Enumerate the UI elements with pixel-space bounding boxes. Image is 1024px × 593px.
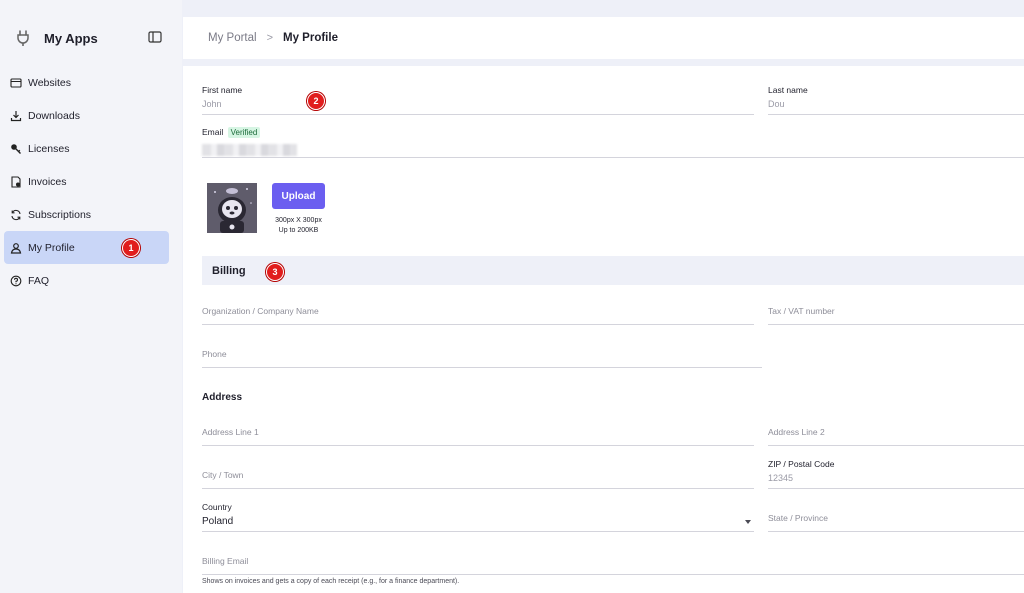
address-line1-field[interactable]: Address Line 1 (202, 427, 754, 437)
country-value[interactable]: Poland (202, 516, 754, 527)
city-field[interactable]: City / Town (202, 470, 754, 480)
zip-underline (768, 488, 1024, 489)
state-input[interactable]: State / Province (768, 513, 1024, 523)
billing-email-input[interactable]: Billing Email (202, 556, 1024, 566)
country-select[interactable]: Country Poland (202, 502, 754, 527)
upload-hint-size: Up to 200KB (278, 227, 319, 234)
step-marker-1: 1 (122, 239, 140, 257)
last-name-input[interactable]: Dou (768, 99, 1024, 109)
company-name-input[interactable]: Organization / Company Name (202, 306, 754, 316)
country-underline (202, 531, 754, 532)
user-icon (10, 242, 22, 254)
chevron-down-icon[interactable] (745, 520, 751, 524)
last-name-field[interactable]: Last name Dou (768, 85, 1024, 109)
key-icon (11, 143, 21, 154)
sidebar-item-invoices[interactable]: Invoices (4, 165, 169, 198)
invoice-icon (11, 175, 21, 188)
sidebar-item-label: Websites (28, 76, 71, 89)
help-icon (10, 275, 22, 286)
phone-field[interactable]: Phone (202, 349, 762, 359)
vat-number-field[interactable]: Tax / VAT number (768, 306, 1024, 316)
last-name-underline (768, 114, 1024, 115)
vat-number-underline (768, 324, 1024, 325)
sidebar-nav: Websites Downloads Licenses Invoices Sub… (4, 66, 169, 297)
step-marker-2: 2 (307, 92, 325, 110)
address-line2-underline (768, 445, 1024, 446)
verified-badge: Verified (227, 127, 261, 138)
phone-underline (202, 367, 762, 368)
billing-email-help-text: Shows on invoices and gets a copy of eac… (202, 578, 460, 585)
sidebar: My Apps Websites Downloads Licenses Invo… (0, 0, 182, 593)
sidebar-item-subscriptions[interactable]: Subscriptions (4, 198, 169, 231)
sidebar-item-websites[interactable]: Websites (4, 66, 169, 99)
billing-email-field[interactable]: Billing Email (202, 556, 1024, 566)
billing-title: Billing (212, 264, 246, 277)
profile-form: First name John 2 Last name Dou Email Ve… (183, 66, 1024, 593)
country-label: Country (202, 502, 232, 512)
first-name-label: First name (202, 85, 243, 95)
first-name-field[interactable]: First name John (202, 85, 754, 109)
sidebar-item-label: FAQ (28, 274, 50, 287)
vat-number-input[interactable]: Tax / VAT number (768, 306, 1024, 316)
billing-email-underline (202, 574, 1024, 575)
zip-field[interactable]: ZIP / Postal Code 12345 (768, 459, 1024, 483)
state-field[interactable]: State / Province (768, 513, 1024, 523)
refresh-icon (11, 209, 21, 220)
sidebar-item-licenses[interactable]: Licenses (4, 132, 169, 165)
breadcrumb: My Portal > My Profile (183, 17, 1024, 59)
address-line1-input[interactable]: Address Line 1 (202, 427, 754, 437)
sidebar-item-label: Subscriptions (28, 208, 92, 221)
email-underline (202, 157, 1024, 158)
first-name-underline (202, 114, 754, 115)
sidebar-item-downloads[interactable]: Downloads (4, 99, 169, 132)
zip-label: ZIP / Postal Code (768, 459, 835, 469)
state-underline (768, 531, 1024, 532)
first-name-input[interactable]: John (202, 99, 754, 109)
address-line2-field[interactable]: Address Line 2 (768, 427, 1024, 437)
email-label: Email (202, 127, 224, 137)
city-input[interactable]: City / Town (202, 470, 754, 480)
address-line1-underline (202, 445, 754, 446)
avatar (207, 183, 257, 233)
address-line2-input[interactable]: Address Line 2 (768, 427, 1024, 437)
download-icon (10, 110, 22, 121)
upload-button[interactable]: Upload (272, 183, 325, 209)
phone-input[interactable]: Phone (202, 349, 762, 359)
sidebar-item-label: My Profile (28, 241, 75, 254)
browser-window-icon (10, 77, 22, 88)
redacted-email-value (202, 144, 297, 156)
company-name-field[interactable]: Organization / Company Name (202, 306, 754, 316)
sidebar-item-label: Invoices (28, 175, 67, 188)
sidebar-item-my-profile[interactable]: My Profile 1 (4, 231, 169, 264)
company-name-underline (202, 324, 754, 325)
breadcrumb-parent-link[interactable]: My Portal (208, 32, 257, 44)
plug-icon (17, 30, 29, 46)
zip-input[interactable]: 12345 (768, 473, 1024, 483)
sidebar-item-label: Licenses (28, 142, 70, 155)
step-marker-3: 3 (266, 263, 284, 281)
sidebar-item-faq[interactable]: FAQ (4, 264, 169, 297)
email-field[interactable]: Email Verified (202, 127, 1024, 138)
city-underline (202, 488, 754, 489)
billing-section-header: Billing (202, 256, 1024, 285)
last-name-label: Last name (768, 85, 808, 95)
address-title: Address (202, 392, 243, 403)
brand: My Apps (14, 24, 98, 52)
upload-hint: 300px X 300px Up to 200KB (268, 216, 329, 236)
upload-hint-dimensions: 300px X 300px (275, 217, 322, 224)
chevron-right-icon: > (266, 32, 274, 44)
astronaut-avatar-image (207, 183, 257, 233)
email-label-row: Email Verified (202, 127, 1024, 138)
sidebar-item-label: Downloads (28, 109, 80, 122)
page-title: My Profile (283, 32, 338, 44)
app-title: My Apps (44, 30, 98, 46)
sidebar-toggle-icon[interactable] (148, 30, 162, 44)
